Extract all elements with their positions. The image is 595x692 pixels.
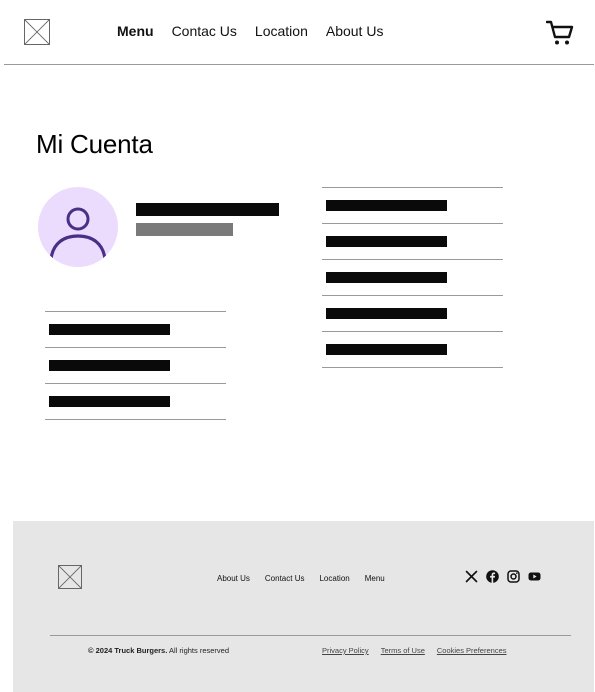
- nav-contact[interactable]: Contac Us: [172, 23, 237, 39]
- nav-menu[interactable]: Menu: [117, 23, 154, 39]
- facebook-icon[interactable]: [486, 570, 499, 583]
- list-item-label-placeholder: [326, 344, 447, 355]
- list-item-label-placeholder: [326, 236, 447, 247]
- cookies-preferences-link[interactable]: Cookies Preferences: [437, 646, 507, 655]
- footer-link-about[interactable]: About Us: [217, 574, 250, 583]
- list-item-label-placeholder: [326, 200, 447, 211]
- user-name-placeholder: [136, 203, 279, 216]
- account-list-right: [322, 187, 503, 368]
- copyright-rest: All rights reserved: [167, 646, 230, 655]
- account-list-item[interactable]: [322, 224, 503, 260]
- social-links: [465, 570, 541, 583]
- account-list-item[interactable]: [322, 188, 503, 224]
- page-title: Mi Cuenta: [36, 129, 153, 160]
- footer-link-contact[interactable]: Contact Us: [265, 574, 305, 583]
- list-item-label-placeholder: [326, 308, 447, 319]
- copyright-brand: © 2024 Truck Burgers.: [88, 646, 168, 655]
- list-item-label-placeholder: [49, 396, 170, 407]
- footer-link-menu[interactable]: Menu: [365, 574, 385, 583]
- page: Menu Contac Us Location About Us Mi Cuen…: [0, 0, 595, 692]
- account-list-left: [45, 311, 226, 420]
- logo-placeholder-icon[interactable]: [24, 19, 50, 45]
- account-list-item[interactable]: [45, 348, 226, 384]
- terms-of-use-link[interactable]: Terms of Use: [381, 646, 425, 655]
- list-item-label-placeholder: [326, 272, 447, 283]
- account-list-item[interactable]: [45, 312, 226, 348]
- footer-link-location[interactable]: Location: [319, 574, 349, 583]
- site-footer: About Us Contact Us Location Menu © 2024…: [13, 521, 594, 692]
- instagram-icon[interactable]: [507, 570, 520, 583]
- account-list-item[interactable]: [322, 296, 503, 332]
- nav-location[interactable]: Location: [255, 23, 308, 39]
- footer-nav: About Us Contact Us Location Menu: [217, 574, 385, 583]
- site-header: Menu Contac Us Location About Us: [4, 0, 594, 65]
- footer-divider: [50, 635, 571, 636]
- legal-links: Privacy Policy Terms of Use Cookies Pref…: [322, 646, 507, 655]
- youtube-icon[interactable]: [528, 570, 541, 583]
- nav-about[interactable]: About Us: [326, 23, 384, 39]
- main-nav: Menu Contac Us Location About Us: [117, 23, 383, 39]
- list-item-label-placeholder: [49, 324, 170, 335]
- user-icon: [49, 207, 107, 261]
- cart-icon[interactable]: [545, 20, 574, 46]
- account-list-item[interactable]: [322, 332, 503, 368]
- x-icon[interactable]: [465, 570, 478, 583]
- account-list-item[interactable]: [45, 384, 226, 420]
- list-item-label-placeholder: [49, 360, 170, 371]
- user-detail-placeholder: [136, 223, 233, 236]
- account-list-item[interactable]: [322, 260, 503, 296]
- copyright-text: © 2024 Truck Burgers. All rights reserve…: [88, 646, 229, 655]
- footer-logo-placeholder-icon[interactable]: [58, 565, 82, 589]
- avatar[interactable]: [38, 187, 118, 267]
- privacy-policy-link[interactable]: Privacy Policy: [322, 646, 369, 655]
